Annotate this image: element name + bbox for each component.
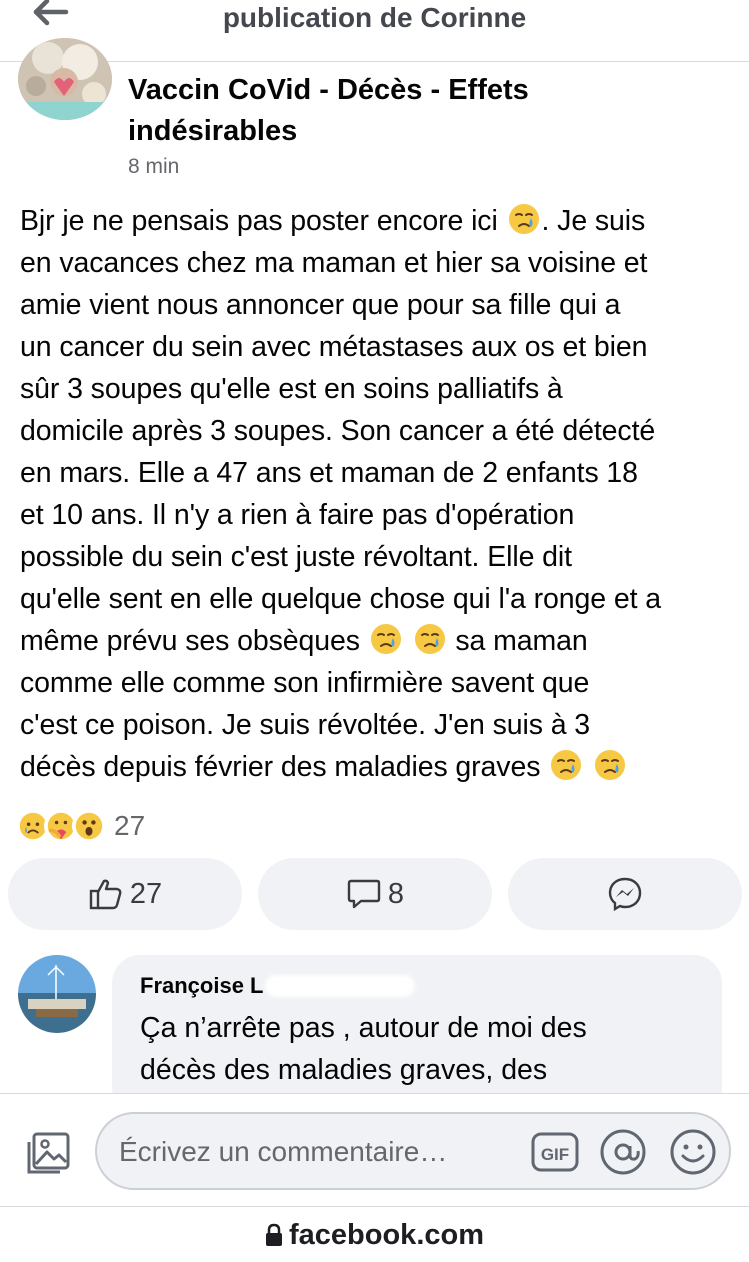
comment-composer: GIF [0,1093,749,1207]
gif-icon[interactable]: GIF [531,1130,579,1174]
avatar-photo-icon [18,955,96,1033]
comment-button[interactable]: 8 [258,858,492,930]
group-name-line2: indésirables [128,115,298,147]
reactions-summary[interactable]: 27 [16,808,145,844]
post-line: domicile après 3 soupes. Son cancer a ét… [20,415,656,447]
lock-icon [266,1223,282,1246]
crying-face-icon [508,204,539,234]
post-line: possible du sein c'est juste révoltant. … [20,541,572,573]
post-line: en vacances chez ma maman et hier sa voi… [20,247,648,279]
post-line: amie vient nous annoncer que pour sa fil… [20,289,621,321]
post-line: décès depuis février des maladies graves [20,746,740,788]
wow-face-icon [72,809,106,843]
post-line-text: Bjr je ne pensais pas poster encore ici [20,205,498,237]
post-text: Bjr je ne pensais pas poster encore ici … [20,200,740,788]
post-line: même prévu ses obsèques sa maman [20,620,740,662]
crying-face-icon [551,750,582,780]
page-title: publication de Corinne [222,2,527,33]
photo-gallery-icon[interactable] [26,1132,72,1176]
comment-line: décès des maladies graves, des [140,1054,548,1086]
like-count: 27 [129,877,163,910]
group-name-line1: Vaccin CoVid - Décès - Effets [128,74,529,106]
url-text: facebook.com [289,1218,484,1251]
comment-input[interactable] [119,1132,509,1172]
like-button[interactable]: 27 [8,858,242,930]
post-line: qu'elle sent en elle quelque chose qui l… [20,583,661,615]
post-line-text: décès depuis février des maladies graves [20,751,541,783]
author-avatar[interactable] [18,38,112,120]
mention-icon[interactable] [599,1128,647,1176]
avatar-photo-icon [18,38,112,120]
comment-bubble-icon [347,879,381,909]
post-line: c'est ce poison. Je suis révoltée. J'en … [20,709,591,741]
commenter-avatar[interactable] [18,955,96,1033]
emoji-picker-icon[interactable] [669,1128,717,1176]
comment-line: Ça n’arrête pas , autour de moi des [140,1012,587,1044]
post-line: en mars. Elle a 47 ans et maman de 2 enf… [20,457,638,489]
messenger-icon [608,877,642,912]
thumbs-up-icon [89,879,122,910]
post-line: un cancer du sein avec métastases aux os… [20,331,648,363]
gif-label: GIF [541,1145,569,1164]
commenter-name-text: Françoise L [140,973,264,998]
crying-face-icon [595,750,626,780]
reaction-count: 27 [114,810,146,841]
post-line-text: . Je suis [541,205,646,237]
page-header: publication de Corinne [0,0,749,62]
post-line-text: sa maman [455,625,588,657]
comment-count: 8 [387,877,405,910]
redaction-mark [265,975,416,997]
post-line: comme elle comme son infirmière savent q… [20,667,590,699]
comment-text: Ça n’arrête pas , autour de moi des décè… [140,1007,694,1091]
browser-url-bar[interactable]: facebook.com [0,1208,749,1262]
crying-face-icon [370,624,401,654]
crying-face-icon [414,624,445,654]
messenger-share-button[interactable] [508,858,742,930]
post-line-text: même prévu ses obsèques [20,625,360,657]
commenter-name[interactable]: Françoise L [140,973,694,999]
post-line: sûr 3 soupes qu'elle est en soins pallia… [20,373,563,405]
post-timestamp[interactable]: 8 min [128,155,179,179]
post-line: et 10 ans. Il n'y a rien à faire pas d'o… [20,499,575,531]
post-line: Bjr je ne pensais pas poster encore ici … [20,200,740,242]
comment-bubble[interactable]: Françoise L Ça n’arrête pas , autour de … [112,955,722,1115]
group-name[interactable]: Vaccin CoVid - Décès - Effets indésirabl… [128,70,688,152]
comment-input-box[interactable]: GIF [95,1112,731,1190]
